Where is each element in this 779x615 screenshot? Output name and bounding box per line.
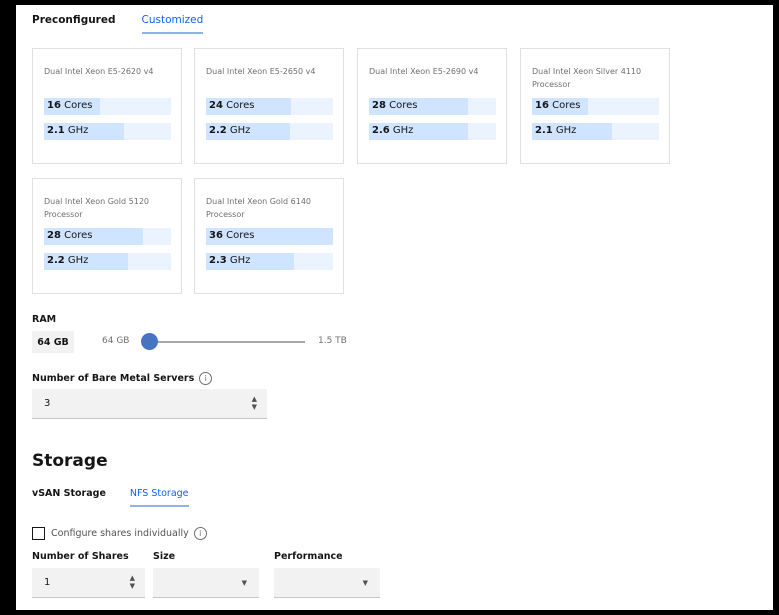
ghz-value: 2.3 — [209, 255, 227, 266]
ram-label: RAM — [32, 314, 57, 325]
ghz-bar: 2.2 GHz — [206, 123, 333, 140]
processor-card[interactable]: Dual Intel Xeon Silver 4110 Processor 16 … — [520, 48, 670, 164]
cores-unit: Cores — [64, 100, 93, 111]
cores-label: 16 Cores — [47, 100, 92, 111]
cores-bar: 28 Cores — [369, 98, 496, 115]
cores-unit: Cores — [226, 100, 255, 111]
configure-shares-label: Configure shares individually — [51, 528, 189, 539]
tab-nfs-storage[interactable]: NFS Storage — [129, 488, 189, 507]
ram-max-label: 1.5 TB — [318, 336, 347, 346]
ghz-unit: GHz — [229, 125, 251, 136]
processor-name: Dual Intel Xeon E5-2620 v4 — [44, 67, 154, 76]
size-select[interactable]: ▼ — [153, 568, 259, 598]
tab-preconfigured[interactable]: Preconfigured — [32, 14, 116, 34]
size-label: Size — [153, 551, 176, 562]
ghz-bar: 2.1 GHz — [44, 123, 171, 140]
cores-label: 36 Cores — [209, 230, 254, 241]
ghz-bar: 2.3 GHz — [206, 253, 333, 270]
ghz-bar: 2.1 GHz — [532, 123, 659, 140]
ghz-value: 2.2 — [209, 125, 227, 136]
chevron-down-icon: ▼ — [362, 579, 368, 587]
processor-card[interactable]: Dual Intel Xeon Gold 6140 Processor 36 Co… — [194, 178, 344, 294]
performance-label: Performance — [274, 551, 343, 562]
chevron-down-icon: ▼ — [241, 579, 247, 587]
ghz-value: 2.2 — [47, 255, 65, 266]
cores-unit: Cores — [226, 230, 255, 241]
ghz-label: 2.2 GHz — [47, 255, 88, 266]
info-icon[interactable]: i — [193, 527, 207, 540]
shares-value: 1 — [44, 577, 51, 588]
ghz-bar: 2.6 GHz — [369, 123, 496, 140]
processor-card[interactable]: Dual Intel Xeon E5-2620 v4 16 Cores 2.1 GH… — [32, 48, 182, 164]
configure-shares-checkbox[interactable] — [32, 527, 45, 540]
tab-vsan-storage[interactable]: vSAN Storage — [32, 488, 106, 507]
ghz-value: 2.6 — [372, 125, 390, 136]
processor-name: Dual Intel Xeon E5-2650 v4 — [206, 67, 316, 76]
cores-bar: 16 Cores — [532, 98, 659, 115]
processor-name: Dual Intel Xeon Gold 6140 Processor — [206, 197, 311, 219]
ram-value: 64 GB — [32, 331, 74, 353]
cores-value: 16 — [47, 100, 61, 111]
cores-label: 28 Cores — [372, 100, 417, 111]
config-tabs: Preconfigured Customized — [32, 14, 204, 34]
ghz-unit: GHz — [67, 255, 89, 266]
shares-label: Number of Shares — [32, 551, 129, 562]
processor-card[interactable]: Dual Intel Xeon E5-2650 v4 24 Cores 2.2 GH… — [194, 48, 344, 164]
ghz-value: 2.1 — [47, 125, 65, 136]
cores-label: 24 Cores — [209, 100, 254, 111]
ghz-unit: GHz — [229, 255, 251, 266]
cores-label: 28 Cores — [47, 230, 92, 241]
servers-label-text: Number of Bare Metal Servers — [32, 373, 195, 384]
cores-value: 24 — [209, 100, 223, 111]
servers-stepper[interactable]: ▲ ▼ — [252, 395, 257, 411]
processor-name: Dual Intel Xeon Silver 4110 Processor — [532, 67, 642, 89]
ram-slider-track[interactable] — [149, 341, 305, 343]
ghz-unit: GHz — [392, 125, 414, 136]
ghz-value: 2.1 — [535, 125, 553, 136]
cores-bar: 28 Cores — [44, 228, 171, 245]
cores-unit: Cores — [64, 230, 93, 241]
ghz-label: 2.6 GHz — [372, 125, 413, 136]
processor-card[interactable]: Dual Intel Xeon Gold 5120 Processor 28 Co… — [32, 178, 182, 294]
cores-bar: 16 Cores — [44, 98, 171, 115]
processor-name: Dual Intel Xeon E5-2690 v4 — [369, 67, 479, 76]
info-icon[interactable]: i — [199, 372, 213, 385]
processor-name: Dual Intel Xeon Gold 5120 Processor — [44, 197, 149, 219]
config-panel: Preconfigured Customized Dual Intel Xeon… — [16, 5, 773, 610]
cores-unit: Cores — [552, 100, 581, 111]
ghz-label: 2.1 GHz — [47, 125, 88, 136]
cores-label: 16 Cores — [535, 100, 580, 111]
cores-value: 28 — [47, 230, 61, 241]
tab-customized[interactable]: Customized — [141, 14, 204, 34]
shares-stepper[interactable]: ▲ ▼ — [130, 574, 135, 590]
ghz-unit: GHz — [67, 125, 89, 136]
cores-bar: 24 Cores — [206, 98, 333, 115]
servers-input[interactable]: 3 ▲ ▼ — [32, 389, 267, 419]
ram-min-label: 64 GB — [102, 336, 130, 346]
ghz-label: 2.3 GHz — [209, 255, 250, 266]
ghz-label: 2.1 GHz — [535, 125, 576, 136]
ghz-unit: GHz — [555, 125, 577, 136]
processor-card[interactable]: Dual Intel Xeon E5-2690 v4 28 Cores 2.6 GH… — [357, 48, 507, 164]
cores-value: 28 — [372, 100, 386, 111]
cores-unit: Cores — [389, 100, 418, 111]
cores-value: 36 — [209, 230, 223, 241]
configure-shares-row[interactable]: Configure shares individually i — [32, 527, 207, 540]
ghz-bar: 2.2 GHz — [44, 253, 171, 270]
storage-tabs: vSAN Storage NFS Storage — [32, 488, 189, 507]
shares-input[interactable]: 1 ▲ ▼ — [32, 568, 145, 598]
servers-value: 3 — [44, 398, 51, 409]
ram-slider-thumb[interactable] — [141, 333, 158, 350]
storage-heading: Storage — [32, 451, 108, 471]
cores-bar: 36 Cores — [206, 228, 333, 245]
ghz-label: 2.2 GHz — [209, 125, 250, 136]
servers-label: Number of Bare Metal Servers i — [32, 372, 213, 385]
cores-value: 16 — [535, 100, 549, 111]
performance-select[interactable]: ▼ — [274, 568, 380, 598]
